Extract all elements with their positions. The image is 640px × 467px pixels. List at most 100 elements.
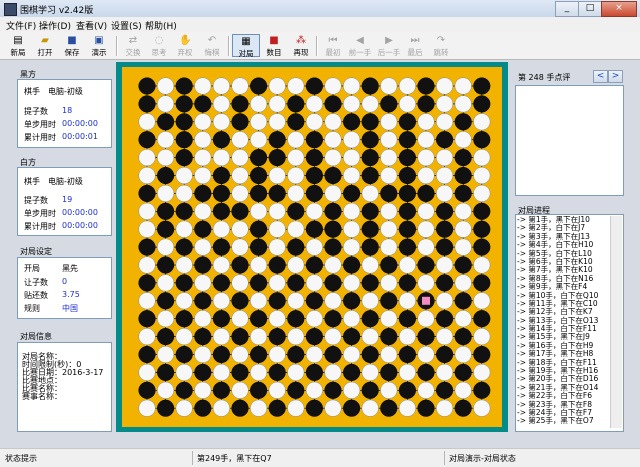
black-stone xyxy=(361,77,379,95)
white-stone xyxy=(268,274,286,292)
white-stone xyxy=(250,292,268,310)
black-stone xyxy=(250,238,268,256)
history-scrollbar[interactable] xyxy=(610,216,622,428)
white-stone xyxy=(175,363,193,381)
go-board-svg[interactable] xyxy=(122,67,502,427)
think-button[interactable]: ◌ 思考 xyxy=(145,34,173,57)
black-stone xyxy=(436,274,454,292)
black-stone xyxy=(212,310,230,328)
pass-button[interactable]: ✋ 弃权 xyxy=(171,34,199,57)
white-stone xyxy=(231,184,249,202)
last-move-button[interactable]: ⏭ 最后 xyxy=(401,34,429,57)
black-player: 电脑-初级 xyxy=(48,87,83,96)
count-button[interactable]: ■ 数目 xyxy=(260,34,288,57)
next-move-button[interactable]: ▶ 后一手 xyxy=(375,34,403,57)
white-stone xyxy=(194,310,212,328)
white-stone xyxy=(194,238,212,256)
white-stone xyxy=(436,95,454,113)
first-move-button[interactable]: ⏮ 最初 xyxy=(319,34,347,57)
white-stone xyxy=(138,363,156,381)
menu-view[interactable]: 查看(V) xyxy=(76,19,107,32)
black-stone xyxy=(473,220,491,238)
menu-operate[interactable]: 操作(D) xyxy=(39,19,71,32)
white-stone xyxy=(212,220,230,238)
go-board[interactable] xyxy=(122,67,502,427)
demo-button[interactable]: ▣ 演示 xyxy=(85,34,113,57)
black-stone xyxy=(343,328,361,346)
match-button[interactable]: ▦ 对局 xyxy=(232,34,260,58)
black-stone xyxy=(361,131,379,149)
black-stone xyxy=(175,77,193,95)
save-button[interactable]: ■ 保存 xyxy=(58,34,86,57)
white-stone xyxy=(436,399,454,417)
new-game-button[interactable]: ▤ 新局 xyxy=(4,34,32,57)
maximize-button[interactable]: □ xyxy=(578,1,602,17)
white-stone xyxy=(473,292,491,310)
menu-file[interactable]: 文件(F) xyxy=(6,19,36,32)
black-stone xyxy=(324,381,342,399)
white-stone xyxy=(380,202,398,220)
white-stone xyxy=(380,345,398,364)
menu-help[interactable]: 帮助(H) xyxy=(145,19,177,32)
white-stone xyxy=(212,328,230,346)
white-stone xyxy=(138,166,156,185)
white-stone xyxy=(343,149,361,167)
history-item[interactable]: -> 第25手，黑下在O7 xyxy=(517,416,622,425)
comment-prev-button[interactable]: < xyxy=(593,70,608,83)
white-step-time: 00:00:00 xyxy=(62,208,98,217)
close-button[interactable]: × xyxy=(601,1,637,17)
black-stone xyxy=(473,238,491,256)
title-bar: 围棋学习 v2.42版 _ □ × xyxy=(0,0,640,18)
last-icon: ⏭ xyxy=(410,35,420,46)
swap-button[interactable]: ⇄ 交换 xyxy=(119,34,147,57)
white-stone xyxy=(268,220,286,238)
white-stone xyxy=(305,238,323,256)
white-stone xyxy=(194,274,212,292)
replay-button[interactable]: ⁂ 再现 xyxy=(287,34,315,57)
black-stone xyxy=(287,274,305,292)
black-stone xyxy=(305,292,323,310)
white-stone xyxy=(268,238,286,256)
menu-settings[interactable]: 设置(S) xyxy=(111,19,142,32)
white-stone xyxy=(157,238,175,256)
black-stone xyxy=(324,95,342,113)
black-stone xyxy=(343,184,361,202)
open-button[interactable]: ▰ 打开 xyxy=(31,34,59,57)
black-stone xyxy=(398,381,416,399)
white-stone xyxy=(175,166,193,185)
white-stone xyxy=(324,399,342,417)
black-stone xyxy=(361,220,379,238)
move-history-list[interactable]: -> 第1手，黑下在J10 -> 第2手，白下在J7 -> 第3手，黑下在J13 ->… xyxy=(517,216,622,428)
white-stone xyxy=(398,399,416,417)
white-stone xyxy=(324,292,342,310)
black-stone xyxy=(212,238,230,256)
black-stone xyxy=(157,292,175,310)
comment-box xyxy=(515,85,624,196)
regret-button[interactable]: ↶ 悔棋 xyxy=(198,34,226,57)
black-stone xyxy=(212,166,230,185)
white-stone xyxy=(398,328,416,346)
white-stone xyxy=(231,238,249,256)
comment-next-button[interactable]: > xyxy=(608,70,623,83)
white-stone xyxy=(361,95,379,113)
white-stone xyxy=(175,292,193,310)
black-stone xyxy=(417,328,435,346)
white-stone xyxy=(287,292,305,310)
white-stone xyxy=(417,202,435,220)
black-stone xyxy=(175,95,193,113)
white-stone xyxy=(157,381,175,399)
prev-move-button[interactable]: ◀ 前一手 xyxy=(346,34,374,57)
white-stone xyxy=(343,345,361,364)
white-stone xyxy=(287,149,305,167)
info-panel: 对局名称： 时间限制(秒)：0 比赛日期：2016-3-17 比赛地点： 比赛名… xyxy=(17,342,112,432)
white-stone xyxy=(417,149,435,167)
black-stone xyxy=(194,256,212,274)
black-stone xyxy=(287,202,305,220)
black-stone xyxy=(287,113,305,131)
white-stone xyxy=(194,381,212,399)
white-stone xyxy=(361,256,379,274)
black-stone xyxy=(305,77,323,95)
minimize-button[interactable]: _ xyxy=(555,1,579,17)
jump-button[interactable]: ↷ 跳转 xyxy=(427,34,455,57)
white-stone xyxy=(417,345,435,364)
